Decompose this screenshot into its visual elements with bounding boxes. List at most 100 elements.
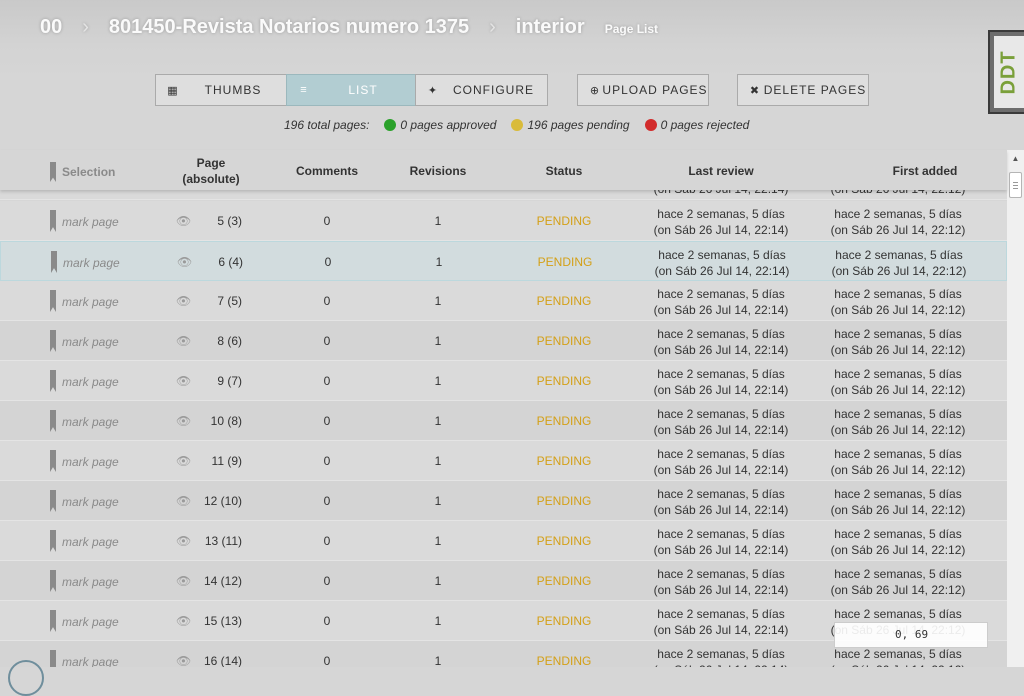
bookmark-icon[interactable] [50, 210, 56, 232]
column-selection[interactable]: Selection [62, 164, 115, 180]
page-number[interactable]: 14 (12) [190, 574, 242, 588]
column-first-added[interactable]: First added [860, 163, 990, 179]
page-number[interactable]: 13 (11) [190, 534, 242, 548]
column-comments[interactable]: Comments [287, 163, 367, 179]
thumbs-button[interactable]: ▦ THUMBS [155, 74, 287, 106]
page-number[interactable]: 15 (13) [190, 614, 242, 628]
bookmark-icon[interactable] [50, 330, 56, 352]
mark-page-link[interactable]: mark page [62, 575, 119, 589]
mark-page-link[interactable]: mark page [62, 295, 119, 309]
last-review-cell: hace 2 semanas, 5 días(on Sáb 26 Jul 14,… [640, 366, 802, 398]
page-number[interactable]: 16 (14) [190, 654, 242, 667]
list-icon: ≡ [300, 84, 308, 96]
first-added-relative: hace 2 semanas, 5 días [834, 487, 962, 501]
page-number[interactable]: 10 (8) [190, 414, 242, 428]
mark-page-link[interactable]: mark page [62, 415, 119, 429]
breadcrumb-item-section[interactable]: interior [516, 16, 585, 39]
vertical-scrollbar[interactable]: ▲ [1007, 150, 1024, 667]
status-badge: PENDING [536, 414, 592, 428]
column-page[interactable]: Page (absolute) [176, 155, 246, 187]
scroll-up-icon[interactable]: ▲ [1007, 150, 1024, 167]
eye-icon[interactable]: 👁︎ [176, 654, 191, 667]
revisions-count: 1 [434, 214, 442, 228]
mark-page-link[interactable]: mark page [62, 215, 119, 229]
help-bubble-icon[interactable] [8, 660, 44, 696]
eye-icon[interactable]: 👁︎ [176, 534, 191, 548]
page-number[interactable]: 7 (5) [190, 294, 242, 308]
bookmark-icon[interactable] [50, 290, 56, 312]
page-header: 00 › 801450-Revista Notarios numero 1375… [0, 0, 1024, 150]
breadcrumb-separator: › [489, 15, 496, 38]
eye-icon[interactable]: 👁︎ [176, 334, 191, 348]
mark-page-link[interactable]: mark page [63, 256, 120, 270]
plus-circle-icon: ⊕ [589, 84, 601, 97]
page-number[interactable]: 6 (4) [191, 255, 243, 269]
table-row[interactable]: mark page 👁︎ 7 (5) 0 1 PENDING hace 2 semanas,… [0, 281, 1007, 321]
pending-count: 196 pages pending [527, 118, 630, 132]
last-review-cell: hace 2 semanas, 5 días(on Sáb 26 Jul 14,… [640, 646, 802, 667]
eye-icon[interactable]: 👁︎ [176, 214, 191, 228]
mark-page-link[interactable]: mark page [62, 655, 119, 667]
first-added-relative: hace 2 semanas, 5 días [834, 327, 962, 341]
bookmark-icon[interactable] [50, 490, 56, 512]
upload-pages-button[interactable]: ⊕ UPLOAD PAGES [577, 74, 709, 106]
table-row[interactable]: mark page 👁︎ 12 (10) 0 1 PENDING hace 2 semana… [0, 481, 1007, 521]
bookmark-icon[interactable] [50, 650, 56, 667]
page-number[interactable]: 8 (6) [190, 334, 242, 348]
bookmark-icon[interactable] [50, 570, 56, 592]
eye-icon[interactable]: 👁︎ [176, 574, 191, 588]
comments-count: 0 [323, 214, 331, 228]
table-row[interactable]: mark page 👁︎ 6 (4) 0 1 PENDING hace 2 semanas,… [0, 241, 1007, 281]
page-number[interactable]: 11 (9) [190, 454, 242, 468]
last-review-date: (on Sáb 26 Jul 14, 22:14) [653, 303, 789, 317]
mark-page-link[interactable]: mark page [62, 375, 119, 389]
mark-page-link[interactable]: mark page [62, 495, 119, 509]
bookmark-icon[interactable] [50, 530, 56, 552]
delete-pages-button[interactable]: ✖ DELETE PAGES [737, 74, 869, 106]
table-row[interactable]: mark page 👁︎ 14 (12) 0 1 PENDING hace 2 semana… [0, 561, 1007, 601]
scrollbar-thumb[interactable] [1009, 172, 1022, 198]
revisions-count: 1 [435, 255, 443, 269]
eye-icon[interactable]: 👁︎ [176, 494, 191, 508]
breadcrumb-separator: › [82, 15, 89, 38]
mark-page-link[interactable]: mark page [62, 455, 119, 469]
pending-dot-icon [511, 119, 524, 131]
app-logo[interactable]: DDT [988, 30, 1024, 114]
bookmark-icon[interactable] [50, 410, 56, 432]
breadcrumb-item-publication[interactable]: 801450-Revista Notarios numero 1375 [109, 16, 469, 39]
coordinate-readout: 0, 69 [834, 622, 988, 648]
bookmark-icon[interactable] [50, 370, 56, 392]
eye-icon[interactable]: 👁︎ [177, 255, 192, 269]
revisions-count: 1 [434, 614, 442, 628]
eye-icon[interactable]: 👁︎ [176, 614, 191, 628]
bookmark-icon[interactable] [50, 610, 56, 632]
table-row[interactable]: mark page 👁︎ 11 (9) 0 1 PENDING hace 2 semanas… [0, 441, 1007, 481]
column-last-review[interactable]: Last review [640, 163, 802, 179]
mark-page-link[interactable]: mark page [62, 535, 119, 549]
table-row[interactable]: mark page 👁︎ 8 (6) 0 1 PENDING hace 2 semanas,… [0, 321, 1007, 361]
bookmark-icon[interactable] [51, 251, 57, 273]
last-review-relative: hace 2 semanas, 5 días [657, 287, 785, 301]
configure-button[interactable]: ✦ CONFIGURE [415, 74, 548, 106]
mark-page-link[interactable]: mark page [62, 335, 119, 349]
eye-icon[interactable]: 👁︎ [176, 454, 191, 468]
first-added-relative: hace 2 semanas, 5 días [834, 567, 962, 581]
page-number[interactable]: 5 (3) [190, 214, 242, 228]
eye-icon[interactable]: 👁︎ [176, 414, 191, 428]
page-number[interactable]: 9 (7) [190, 374, 242, 388]
breadcrumb-item-root[interactable]: 00 [40, 16, 62, 39]
column-status[interactable]: Status [514, 163, 614, 179]
table-row[interactable]: mark page 👁︎ 5 (3) 0 1 PENDING hace 2 semanas,… [0, 201, 1007, 241]
list-button[interactable]: ≡ LIST [286, 74, 416, 106]
table-row[interactable]: mark page 👁︎ 9 (7) 0 1 PENDING hace 2 semanas,… [0, 361, 1007, 401]
revisions-count: 1 [434, 494, 442, 508]
mark-page-link[interactable]: mark page [62, 615, 119, 629]
eye-icon[interactable]: 👁︎ [176, 294, 191, 308]
column-revisions[interactable]: Revisions [398, 163, 478, 179]
bookmark-icon[interactable] [50, 450, 56, 472]
table-row[interactable]: mark page 👁︎ 13 (11) 0 1 PENDING hace 2 semana… [0, 521, 1007, 561]
eye-icon[interactable]: 👁︎ [176, 374, 191, 388]
page-number[interactable]: 12 (10) [190, 494, 242, 508]
table-row[interactable]: mark page 👁︎ 10 (8) 0 1 PENDING hace 2 semanas… [0, 401, 1007, 441]
status-badge: PENDING [536, 214, 592, 228]
